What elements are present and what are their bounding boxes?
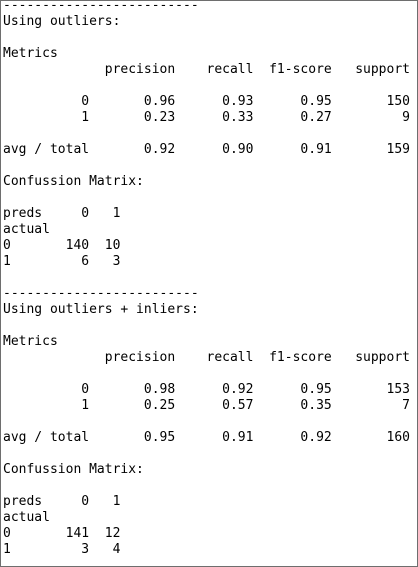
console-output-text: ------------------------- Using outliers…: [3, 0, 410, 558]
matrix-row-0: 0 141 12: [3, 526, 121, 541]
matrix-row-0: 0 140 10: [3, 238, 121, 253]
confusion-matrix-label: Confussion Matrix:: [3, 462, 144, 477]
console-output-window: ------------------------- Using outliers…: [0, 0, 418, 567]
metrics-row-avg-total: avg / total 0.95 0.91 0.92 160: [3, 430, 410, 445]
metrics-label: Metrics: [3, 46, 58, 61]
section-heading-outliers: Using outliers:: [3, 14, 121, 29]
confusion-matrix-label: Confussion Matrix:: [3, 174, 144, 189]
matrix-row-1: 1 6 3: [3, 254, 121, 269]
matrix-actual-label: actual: [3, 510, 50, 525]
matrix-header-row: preds 0 1: [3, 494, 121, 509]
metrics-label: Metrics: [3, 334, 58, 349]
metrics-row-class-1: 1 0.23 0.33 0.27 9: [3, 110, 410, 125]
section-heading-outliers-inliers: Using outliers + inliers:: [3, 302, 199, 317]
matrix-row-1: 1 3 4: [3, 542, 121, 557]
separator-line: -------------------------: [3, 0, 199, 13]
metrics-header-row: precision recall f1-score support: [3, 62, 410, 77]
metrics-row-class-1: 1 0.25 0.57 0.35 7: [3, 398, 410, 413]
matrix-header-row: preds 0 1: [3, 206, 121, 221]
metrics-row-class-0: 0 0.96 0.93 0.95 150: [3, 94, 410, 109]
matrix-actual-label: actual: [3, 222, 50, 237]
metrics-header-row: precision recall f1-score support: [3, 350, 410, 365]
separator-line: -------------------------: [3, 286, 199, 301]
metrics-row-avg-total: avg / total 0.92 0.90 0.91 159: [3, 142, 410, 157]
metrics-row-class-0: 0 0.98 0.92 0.95 153: [3, 382, 410, 397]
